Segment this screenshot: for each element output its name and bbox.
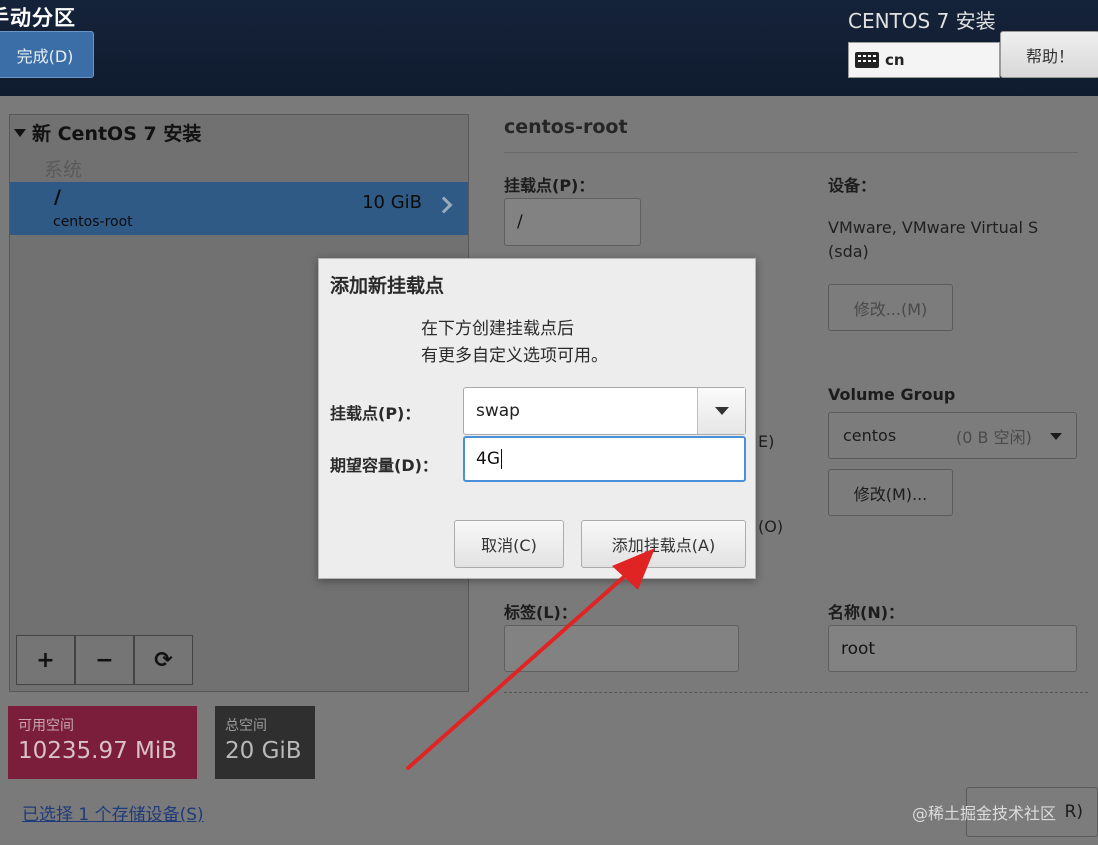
dialog-mount-point-label: 挂载点(P)： [330,404,421,423]
partial-label-o: (O) [758,517,784,536]
dialog-description-line1: 在下方创建挂载点后 [421,319,574,339]
add-mount-point-dialog: 添加新挂载点 在下方创建挂载点后 有更多自定义选项可用。 挂载点(P)： swa… [318,258,756,579]
mount-point-field[interactable]: / [504,198,641,246]
available-space-label: 可用空间 [18,718,74,734]
dialog-description: 在下方创建挂载点后 有更多自定义选项可用。 [421,316,608,370]
system-section-label: 系统 [44,159,83,181]
modify-volume-group-button[interactable]: 修改(M)... [828,469,953,516]
total-space-tile: 总空间 20 GiB [215,706,315,779]
selected-storage-link[interactable]: 已选择 1 个存储设备(S) [22,800,204,825]
dialog-description-line2: 有更多自定义选项可用。 [421,346,608,366]
done-button[interactable]: 完成(D) [0,31,94,78]
partial-label-e: E) [758,432,775,451]
cancel-button[interactable]: 取消(C) [454,520,564,568]
device-value-line1: VMware, VMware Virtual S [828,218,1039,237]
dashed-separator [504,692,1088,693]
help-button[interactable]: 帮助！ [1000,31,1098,78]
page-title: 手动分区 [0,6,76,30]
keyboard-icon [855,52,879,68]
total-space-label: 总空间 [225,718,267,734]
chevron-right-icon [435,196,453,214]
reset-all-partial-label: R) [1064,802,1083,822]
desired-capacity-value: 4G [476,449,500,469]
partition-name: centos-root [53,214,133,230]
install-group-title: 新 CentOS 7 安装 [32,123,202,145]
dialog-title: 添加新挂载点 [330,275,445,297]
remove-partition-button[interactable]: − [75,635,134,685]
device-label: 设备： [828,176,877,195]
keyboard-layout-indicator[interactable]: cn [848,42,1000,78]
modify-device-button[interactable]: 修改...(M) [828,284,953,331]
volume-group-free: (0 B 空闲) [956,427,1032,447]
watermark: @稀土掘金技术社区 [912,804,1057,823]
volume-group-label: Volume Group [828,385,956,404]
partition-toolbar: + − ⟳ [16,635,193,685]
header-bar: 手动分区 完成(D) CENTOS 7 安装 cn 帮助！ [0,0,1098,96]
partition-mount-point: / [54,186,61,208]
text-caret [501,449,502,469]
available-space-value: 10235.97 MiB [18,738,178,764]
desired-capacity-input[interactable]: 4G [463,436,746,482]
partition-size: 10 GiB [362,192,422,213]
mount-point-combobox[interactable]: swap [463,387,746,435]
mount-point-label: 挂载点(P)： [504,176,595,195]
install-group-header[interactable]: 新 CentOS 7 安装 [14,119,201,146]
add-mount-point-button[interactable]: 添加挂载点(A) [581,520,746,568]
dialog-capacity-label: 期望容量(D)： [330,456,438,475]
detail-title: centos-root [504,116,628,138]
keyboard-layout-label: cn [885,51,905,69]
name-field-label: 名称(N)： [828,603,905,622]
total-space-value: 20 GiB [225,738,302,764]
device-value-line2: (sda) [828,242,869,261]
combobox-dropdown-icon[interactable] [697,388,745,434]
partition-row-root[interactable]: / centos-root 10 GiB [10,182,468,235]
expand-triangle-icon [14,128,26,137]
mount-point-combobox-value: swap [476,401,520,421]
volume-group-dropdown[interactable]: centos (0 B 空闲) [828,412,1077,459]
label-field[interactable] [504,625,739,672]
name-field[interactable]: root [828,625,1077,672]
detail-divider [504,152,1078,153]
volume-group-name: centos [843,426,897,445]
refresh-button[interactable]: ⟳ [134,635,193,685]
available-space-tile: 可用空间 10235.97 MiB [8,706,197,779]
product-title: CENTOS 7 安装 [848,9,996,33]
dropdown-arrow-icon [1050,433,1062,440]
add-partition-button[interactable]: + [16,635,75,685]
label-field-label: 标签(L)： [504,603,577,622]
